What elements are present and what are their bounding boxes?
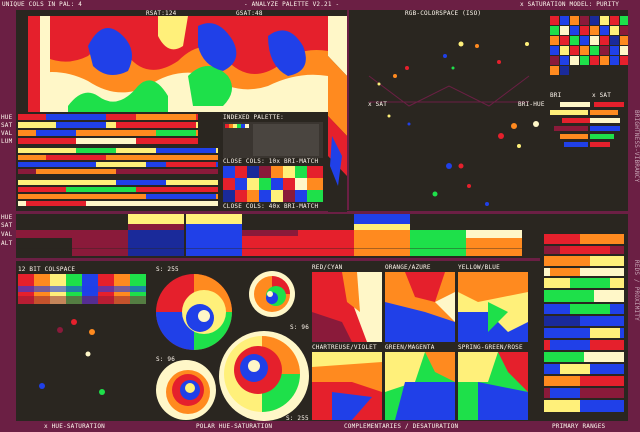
bri-hue-bars [550,100,628,150]
hue-distribution-graph [28,16,328,112]
val-label-2: VAL [1,231,13,238]
palette-swatch-grid[interactable] [550,16,628,76]
footer-hue-sat: x HUE-SATURATION [44,423,105,430]
unique-cols-label: UNIQUE COLS IN PAL: 4 [2,1,83,8]
frame-right [628,0,640,432]
sat-label-2: SAT [1,222,13,229]
right-vertical-label-2: REDS / PROXIMITY [633,260,640,321]
polar-circle-small [248,270,296,318]
complement-label-5: SPRING-GREEN/ROSE [458,344,523,351]
footer-complements: COMPLEMENTARIES / DESATURATION [344,423,459,430]
right-vertical-label-1: BRIGHTNESS-VIBRANCY [633,110,640,183]
frame-bottom-divider [16,258,628,261]
hue-saturation-scatter [18,306,146,418]
saturation-model-label[interactable]: x SATURATION MODEL: PURITY [520,1,619,8]
footer-primary: PRIMARY RANGES [552,423,606,430]
indexed-palette-grid[interactable] [223,122,323,158]
complement-spring-rose [458,352,528,420]
s255-b-label: S: 255 [286,415,309,422]
complement-label-4: GREEN/MAGENTA [385,344,435,351]
footer-polar: POLAR HUE-SATURATION [196,423,273,430]
complement-chartreuse-violet [312,352,382,420]
close-cols-10-grid [223,166,323,202]
complement-label-2: YELLOW/BLUE [458,264,500,271]
bri-label: BRI [550,92,562,99]
complement-red-cyan [312,272,382,342]
xsat-right-label: x SAT [592,92,612,99]
lum-label: LUM [1,138,13,145]
primary-ranges-graph [540,232,628,418]
complement-label-0: RED/CYAN [312,264,343,271]
polar-circle-xl [218,330,310,422]
narrow-wedge-graph [328,16,347,212]
app-title: - ANALYZE PALETTE V2.21 - [244,1,340,8]
complement-green-magenta [385,352,455,420]
xsat-left-label: x SAT [368,101,388,108]
rgb-colorspace-scatter [349,16,549,210]
bit12-label: 12 BIT COLSPACE [18,266,76,273]
hue-sat-val-alt-strip [16,214,524,258]
bit12-colorspace-strip [18,274,146,304]
val-label: VAL [1,130,13,137]
complement-label-3: CHARTREUSE/VIOLET [312,344,377,351]
close-cols-40-label: CLOSE COLS: 40x BRI-MATCH [223,203,319,210]
hue-label-2: HUE [1,214,13,221]
complement-orange-azure [385,272,455,342]
alt-label-2: ALT [1,240,13,247]
sat-label: SAT [1,122,13,129]
hue-label: HUE [1,114,13,121]
indexed-palette-title: INDEXED PALETTE: [223,114,284,121]
polar-circle-medium [154,358,218,422]
close-cols-10-label: CLOSE COLS: 10x BRI-MATCH [223,158,319,165]
hue-sat-val-lum-bars [16,114,220,208]
complement-label-1: ORANGE/AZURE [385,264,431,271]
complement-yellow-blue [458,272,528,342]
bri-hue-label: BRI-HUE [518,101,545,108]
